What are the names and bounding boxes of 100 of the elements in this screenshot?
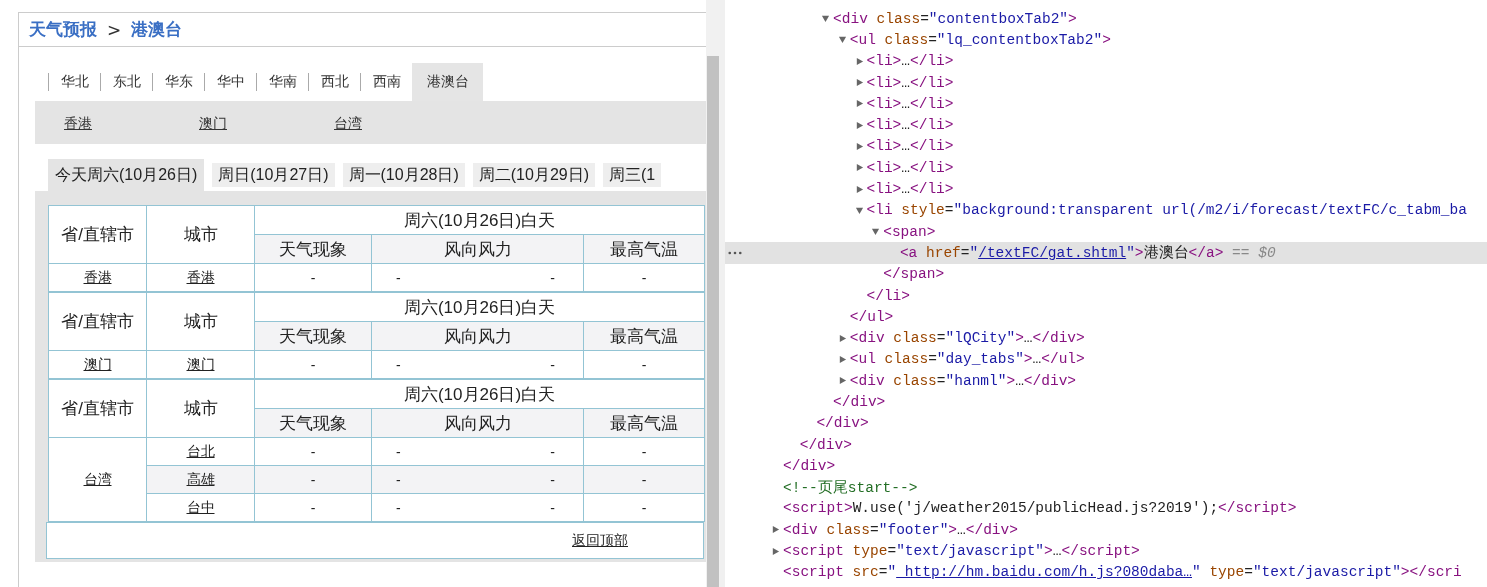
- region-tab[interactable]: 华北: [48, 73, 100, 91]
- header-cell: 城市: [146, 379, 255, 438]
- city-link[interactable]: 台北: [186, 442, 215, 459]
- region-tab[interactable]: 华东: [152, 73, 204, 91]
- header-cell: 风向风力: [371, 234, 584, 264]
- region-tab[interactable]: 港澳台: [412, 63, 483, 101]
- expand-triangle-icon[interactable]: [854, 99, 864, 109]
- city-link[interactable]: 台中: [186, 498, 215, 515]
- table-cell: -: [254, 493, 372, 522]
- code-line: </li>: [866, 287, 910, 304]
- code-line: <li>…</li>: [866, 138, 954, 155]
- more-icon[interactable]: [728, 250, 742, 255]
- expand-triangle-icon[interactable]: [837, 354, 847, 364]
- day-tab[interactable]: 周二(10月29日): [472, 163, 595, 187]
- code-line: </ul>: [849, 308, 894, 325]
- code-line: </span>: [883, 266, 945, 283]
- expand-triangle-icon[interactable]: [821, 14, 831, 24]
- expand-triangle-icon[interactable]: [854, 184, 864, 194]
- code-line: <script src=" http://hm.baidu.com/h.js?080daba…" type="text/javascript"></scri: [783, 564, 1462, 581]
- code-line: <ul class="lq_contentboxTab2">: [849, 31, 1111, 48]
- table-cell: -: [583, 493, 705, 522]
- header-cell: 最高气温: [583, 408, 705, 438]
- code-line: <div class="contentboxTab2">: [833, 10, 1077, 27]
- wind-direction: -: [396, 471, 401, 488]
- header-cell: 周六(10月26日)白天: [254, 205, 705, 235]
- region-tab[interactable]: 华南: [256, 73, 308, 91]
- header-cell: 省/直辖市: [48, 292, 147, 351]
- header-cell: 省/直辖市: [48, 379, 147, 438]
- wind-direction: -: [396, 269, 401, 286]
- wind-force: -: [550, 471, 555, 488]
- wind-direction: -: [396, 356, 401, 373]
- code-line: <li>…</li>: [866, 74, 954, 91]
- code-line: <li style="background:transparent url(/m2/i/forecast/textFC/c_tabm_ba: [866, 202, 1467, 219]
- header-cell: 风向风力: [371, 321, 584, 351]
- day-tab[interactable]: 周三(1: [603, 163, 662, 187]
- code-line: <li>…</li>: [866, 159, 954, 176]
- table-cell: -: [254, 437, 372, 466]
- back-to-top-link[interactable]: 返回顶部: [572, 531, 628, 550]
- expand-triangle-icon[interactable]: [771, 546, 780, 556]
- code-line: <ul class="day_tabs">…</ul>: [849, 351, 1085, 368]
- expand-triangle-icon[interactable]: [854, 141, 864, 151]
- province-link[interactable]: 澳门: [83, 355, 112, 372]
- city-link[interactable]: 澳门: [186, 355, 215, 372]
- header-cell: 天气现象: [254, 321, 372, 351]
- city-link[interactable]: 澳门: [199, 114, 227, 131]
- wind-force: -: [550, 443, 555, 460]
- table-cell: -: [254, 465, 372, 494]
- code-line: <script type="text/javascript">…</script>: [783, 543, 1140, 560]
- code-line: </div>: [833, 394, 886, 410]
- expand-triangle-icon[interactable]: [837, 35, 847, 45]
- breadcrumb-link[interactable]: 天气预报: [29, 18, 97, 41]
- code-line: <!--页尾start-->: [783, 478, 918, 497]
- expand-triangle-icon[interactable]: [854, 163, 864, 173]
- city-link[interactable]: 香港: [64, 114, 92, 131]
- header-cell: 天气现象: [254, 408, 372, 438]
- expand-triangle-icon[interactable]: [854, 56, 864, 66]
- region-tab[interactable]: 东北: [100, 73, 152, 91]
- header-cell: 城市: [146, 205, 255, 264]
- table-cell: -: [583, 437, 705, 466]
- code-line: <li>…</li>: [866, 117, 954, 134]
- breadcrumb-current[interactable]: 港澳台: [131, 18, 183, 41]
- code-line: <div class="footer">…</div>: [783, 521, 1018, 538]
- wind-force: -: [550, 499, 555, 516]
- city-link[interactable]: 香港: [186, 268, 215, 285]
- table-cell: -: [254, 263, 372, 292]
- expand-triangle-icon[interactable]: [854, 78, 864, 88]
- header-cell: 最高气温: [583, 321, 705, 351]
- header-cell: 天气现象: [254, 234, 372, 264]
- code-line: <li>…</li>: [866, 181, 954, 197]
- header-cell: 风向风力: [371, 408, 584, 438]
- region-tab[interactable]: 西北: [308, 73, 360, 91]
- expand-triangle-icon[interactable]: [837, 376, 847, 386]
- day-tab[interactable]: 周一(10月28日): [342, 163, 465, 187]
- expand-triangle-icon[interactable]: [854, 205, 864, 215]
- scrollbar-thumb[interactable]: [707, 56, 719, 587]
- day-tab[interactable]: 今天周六(10月26日): [48, 159, 205, 191]
- code-line: </div>: [799, 436, 852, 453]
- header-cell: 最高气温: [583, 234, 705, 264]
- table-cell: -: [583, 350, 705, 379]
- wind-direction: -: [396, 443, 401, 460]
- day-tab[interactable]: 周日(10月27日): [212, 163, 335, 187]
- expand-triangle-icon[interactable]: [871, 227, 881, 237]
- scrollbar[interactable]: [706, 0, 720, 587]
- code-line: </div>: [783, 457, 836, 474]
- region-tab[interactable]: 华中: [204, 73, 256, 91]
- city-link[interactable]: 高雄: [186, 470, 215, 487]
- province-link[interactable]: 台湾: [83, 470, 112, 487]
- expand-triangle-icon[interactable]: [854, 120, 864, 130]
- table-cell: -: [254, 350, 372, 379]
- code-line: <script>W.use('j/weather2015/publicHead.js?2019');</script>: [783, 500, 1297, 517]
- province-link[interactable]: 香港: [83, 268, 112, 285]
- code-line: <div class="lQCity">…</div>: [849, 330, 1085, 347]
- code-line: <a href="/textFC/gat.shtml">港澳台</a> == $0: [899, 243, 1276, 263]
- code-line: <li>…</li>: [866, 95, 954, 112]
- wind-force: -: [550, 269, 555, 286]
- code-line: <div class="hanml">…</div>: [849, 372, 1077, 389]
- city-link[interactable]: 台湾: [334, 114, 362, 131]
- expand-triangle-icon[interactable]: [837, 333, 847, 343]
- wind-direction: -: [396, 499, 401, 516]
- expand-triangle-icon[interactable]: [771, 525, 780, 535]
